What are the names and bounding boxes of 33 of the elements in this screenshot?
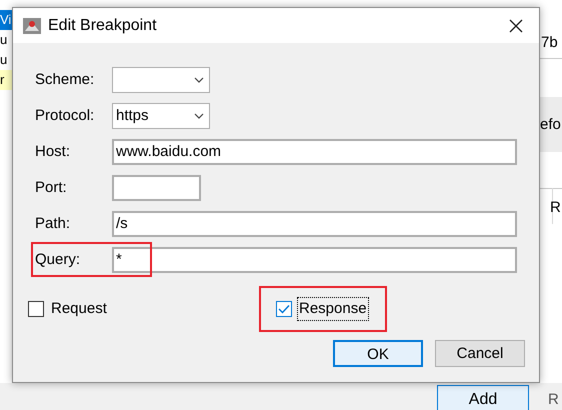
- checkbox[interactable]: [276, 301, 292, 317]
- close-icon: [509, 18, 523, 32]
- text-fragment: efo: [540, 115, 561, 135]
- field-label: Host:: [35, 142, 72, 162]
- window-title: Edit Breakpoint: [48, 16, 157, 36]
- input-field[interactable]: *: [112, 247, 517, 273]
- input-field[interactable]: [112, 175, 201, 201]
- field-label: Port:: [35, 178, 68, 198]
- caret-icon: [194, 77, 204, 83]
- app-icon: [22, 16, 42, 34]
- field-label: Scheme:: [35, 70, 96, 90]
- cancel-button[interactable]: Cancel: [435, 340, 525, 367]
- dropdown[interactable]: https: [112, 103, 210, 129]
- caret-icon: [194, 113, 204, 119]
- text-fragment: 7b: [541, 33, 558, 53]
- list-row[interactable]: u: [0, 50, 12, 70]
- text-fragment: R: [548, 390, 559, 410]
- add-button[interactable]: Add: [437, 385, 529, 410]
- ok-button[interactable]: OK: [333, 340, 423, 367]
- field-label: Query:: [35, 250, 82, 270]
- input-field[interactable]: /s: [112, 211, 517, 237]
- list-row[interactable]: Vi: [0, 10, 12, 30]
- dropdown[interactable]: [112, 67, 210, 93]
- checkmark-icon: [278, 304, 290, 314]
- checkbox-label[interactable]: Response: [298, 298, 368, 320]
- input-field[interactable]: www.baidu.com: [112, 139, 517, 165]
- field-label: Path:: [35, 214, 72, 234]
- text-fragment: R: [550, 198, 561, 218]
- checkbox-label[interactable]: Request: [50, 298, 108, 320]
- checkbox[interactable]: [28, 301, 44, 317]
- field-label: Protocol:: [35, 106, 96, 126]
- list-row[interactable]: r: [0, 70, 12, 90]
- list-row[interactable]: u: [0, 30, 12, 50]
